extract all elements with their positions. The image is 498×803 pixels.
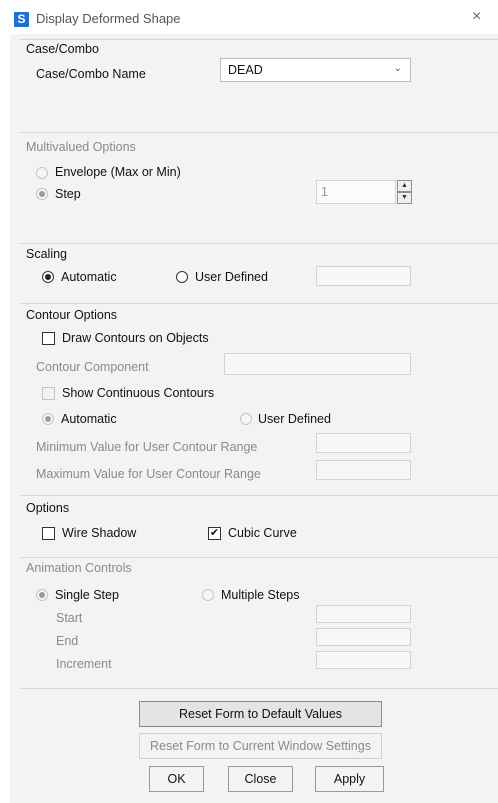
close-button[interactable]: Close: [228, 766, 293, 792]
contour-group-title: Contour Options: [26, 308, 118, 322]
show-continuous-checkbox[interactable]: [42, 387, 55, 400]
window-title: Display Deformed Shape: [36, 11, 181, 26]
ok-button[interactable]: OK: [149, 766, 204, 792]
cubic-curve-checkbox[interactable]: ✔: [208, 527, 221, 540]
min-contour-field[interactable]: [316, 433, 411, 453]
step-label: Step: [55, 187, 81, 201]
wire-shadow-checkbox[interactable]: [42, 527, 55, 540]
contour-automatic-radio[interactable]: [42, 413, 54, 425]
options-group-title: Options: [26, 501, 70, 515]
min-contour-label: Minimum Value for User Contour Range: [36, 440, 258, 454]
draw-contours-checkbox[interactable]: [42, 332, 55, 345]
contour-user-defined-radio[interactable]: [240, 413, 252, 425]
multivalued-separator: [20, 132, 498, 133]
max-contour-label: Maximum Value for User Contour Range: [36, 467, 261, 481]
multiple-steps-radio[interactable]: [202, 589, 214, 601]
step-input[interactable]: 1: [316, 180, 396, 204]
envelope-radio[interactable]: [36, 167, 48, 179]
animation-separator: [20, 557, 498, 558]
contour-automatic-label: Automatic: [61, 412, 117, 426]
wire-shadow-label: Wire Shadow: [62, 526, 137, 540]
options-separator: [20, 495, 498, 496]
step-radio[interactable]: [36, 188, 48, 200]
end-label: End: [56, 634, 79, 648]
case-combo-name-label: Case/Combo Name: [36, 67, 146, 81]
case-combo-value: DEAD: [228, 63, 263, 77]
case-combo-group-title: Case/Combo: [26, 42, 99, 56]
title-bar: S Display Deformed Shape ×: [0, 0, 498, 34]
multiple-steps-label: Multiple Steps: [221, 588, 300, 602]
contour-separator: [20, 303, 498, 304]
close-icon[interactable]: ×: [472, 8, 481, 26]
app-icon: S: [14, 12, 29, 27]
envelope-label: Envelope (Max or Min): [55, 165, 181, 179]
scaling-separator: [20, 243, 498, 244]
checkmark-icon: ✔: [209, 527, 220, 539]
draw-contours-label: Draw Contours on Objects: [62, 331, 209, 345]
contour-component-label: Contour Component: [36, 360, 149, 374]
step-up-icon[interactable]: ▲: [397, 180, 412, 192]
scaling-group-title: Scaling: [26, 247, 67, 261]
start-label: Start: [56, 611, 83, 625]
scaling-automatic-radio[interactable]: [42, 271, 54, 283]
increment-field[interactable]: [316, 651, 411, 669]
step-down-icon[interactable]: ▼: [397, 192, 412, 204]
multivalued-group-title: Multivalued Options: [26, 140, 136, 154]
single-step-radio[interactable]: [36, 589, 48, 601]
reset-current-button[interactable]: Reset Form to Current Window Settings: [139, 733, 382, 759]
step-spinner[interactable]: 1 ▲ ▼: [316, 180, 412, 204]
end-field[interactable]: [316, 628, 411, 646]
contour-user-defined-label: User Defined: [258, 412, 331, 426]
contour-component-field[interactable]: [224, 353, 411, 375]
case-combo-dropdown[interactable]: DEAD ⌄: [220, 58, 411, 82]
scaling-automatic-label: Automatic: [61, 270, 117, 284]
start-field[interactable]: [316, 605, 411, 623]
max-contour-field[interactable]: [316, 460, 411, 480]
show-continuous-label: Show Continuous Contours: [62, 386, 215, 400]
increment-label: Increment: [56, 657, 112, 671]
scaling-user-defined-field[interactable]: [316, 266, 411, 286]
step-value: 1: [321, 185, 328, 199]
chevron-down-icon: ⌄: [393, 63, 402, 74]
apply-button[interactable]: Apply: [315, 766, 384, 792]
single-step-label: Single Step: [55, 588, 119, 602]
buttons-separator: [20, 688, 498, 689]
cubic-curve-label: Cubic Curve: [228, 526, 297, 540]
animation-group-title: Animation Controls: [26, 561, 132, 575]
scaling-user-defined-label: User Defined: [195, 270, 268, 284]
scaling-user-defined-radio[interactable]: [176, 271, 188, 283]
case-combo-separator: [20, 39, 498, 40]
reset-default-button[interactable]: Reset Form to Default Values: [139, 701, 382, 727]
